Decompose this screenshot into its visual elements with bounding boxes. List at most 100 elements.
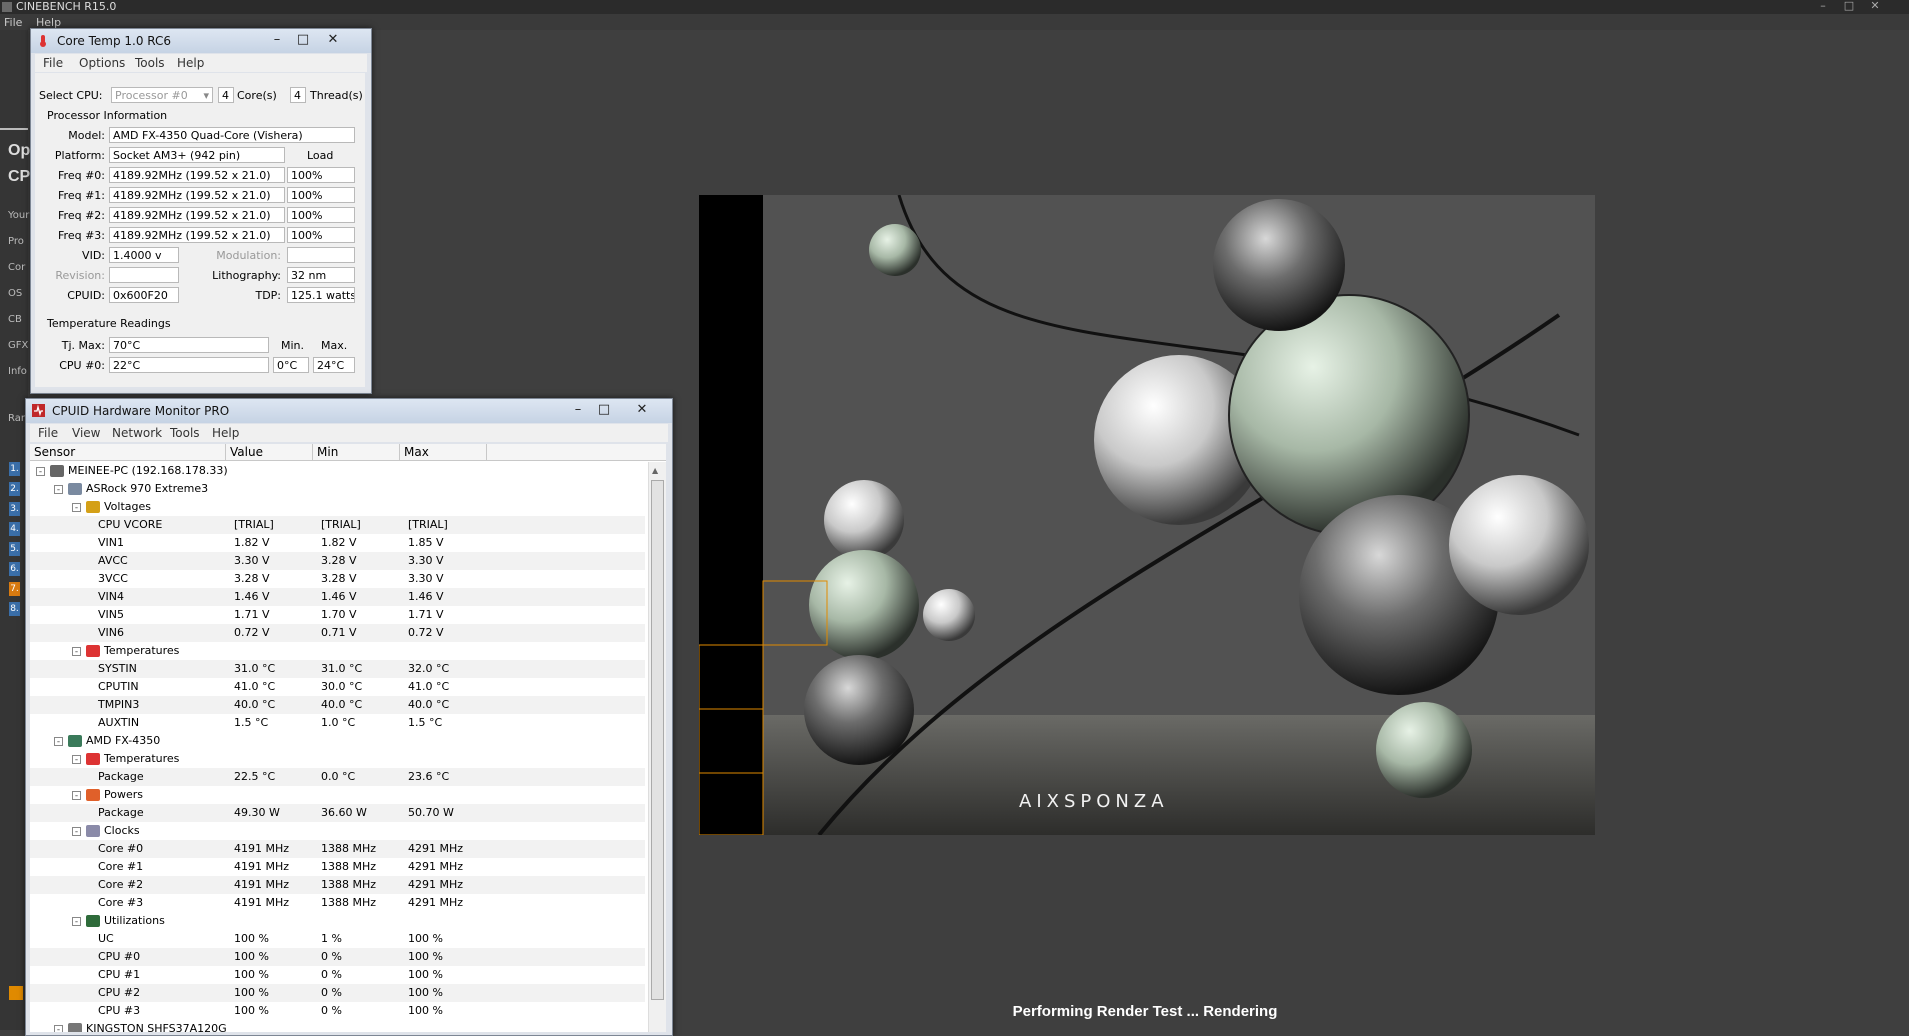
coretemp-window: Core Temp 1.0 RC6 – □ ✕ File Options Too…: [30, 28, 372, 394]
menu-file[interactable]: File: [43, 56, 63, 70]
sensor-min: 1388 MHz: [321, 878, 377, 891]
sensor-row[interactable]: CPU #1 100 % 0 % 100 %: [30, 966, 645, 984]
sensor-group-row[interactable]: - Clocks: [30, 822, 645, 840]
close-button[interactable]: ✕: [630, 401, 654, 419]
sensor-group-row[interactable]: - Utilizations: [30, 912, 645, 930]
menu-tools[interactable]: Tools: [170, 426, 200, 440]
revision-label: Revision:: [55, 269, 105, 282]
minimize-button[interactable]: –: [265, 31, 289, 49]
collapse-toggle-icon[interactable]: -: [72, 827, 81, 837]
sensor-group-row[interactable]: - ASRock 970 Extreme3: [30, 480, 645, 498]
sensor-row[interactable]: VIN5 1.71 V 1.70 V 1.71 V: [30, 606, 645, 624]
sensor-row[interactable]: CPU #2 100 % 0 % 100 %: [30, 984, 645, 1002]
rank-item[interactable]: 4.: [9, 522, 20, 536]
menu-network[interactable]: Network: [112, 426, 162, 440]
sensor-name: TMPIN3: [98, 698, 140, 711]
maximize-button[interactable]: □: [592, 401, 616, 419]
sensor-row[interactable]: Core #0 4191 MHz 1388 MHz 4291 MHz: [30, 840, 645, 858]
sensor-row[interactable]: Core #3 4191 MHz 1388 MHz 4291 MHz: [30, 894, 645, 912]
rank-item[interactable]: 5.: [9, 542, 20, 556]
menu-help[interactable]: Help: [212, 426, 239, 440]
sensor-min: 1.70 V: [321, 608, 357, 621]
rank-item[interactable]: 1.: [9, 462, 20, 476]
sensor-row[interactable]: Core #2 4191 MHz 1388 MHz 4291 MHz: [30, 876, 645, 894]
load-label: Load: [307, 149, 334, 162]
collapse-toggle-icon[interactable]: -: [54, 737, 63, 747]
coretemp-title: Core Temp 1.0 RC6: [57, 34, 172, 48]
rank-item[interactable]: 6.: [9, 562, 20, 576]
sensor-name: VIN1: [98, 536, 124, 549]
sensor-row[interactable]: 3VCC 3.28 V 3.28 V 3.30 V: [30, 570, 645, 588]
sensor-value: 3.28 V: [234, 572, 270, 585]
sensor-row[interactable]: SYSTIN 31.0 °C 31.0 °C 32.0 °C: [30, 660, 645, 678]
sensor-row[interactable]: Core #1 4191 MHz 1388 MHz 4291 MHz: [30, 858, 645, 876]
computer-icon: [50, 465, 64, 477]
sensor-max: 1.71 V: [408, 608, 444, 621]
hwmonitor-titlebar[interactable]: CPUID Hardware Monitor PRO – □ ✕: [26, 399, 672, 423]
sensor-row[interactable]: CPU #3 100 % 0 % 100 %: [30, 1002, 645, 1020]
collapse-toggle-icon[interactable]: -: [72, 647, 81, 657]
sensor-group-row[interactable]: - Temperatures: [30, 750, 645, 768]
sensor-name: CPU #1: [98, 968, 141, 981]
menu-file[interactable]: File: [38, 426, 58, 440]
sensor-group-row[interactable]: - MEINEE-PC (192.168.178.33): [30, 462, 645, 480]
scrollbar-thumb[interactable]: [651, 480, 664, 1000]
minimize-button[interactable]: –: [566, 401, 590, 419]
menu-tools[interactable]: Tools: [135, 56, 165, 70]
maximize-button[interactable]: □: [1838, 0, 1860, 12]
column-header-min[interactable]: Min: [313, 444, 400, 461]
freq-label: Freq #1:: [58, 189, 105, 202]
minimize-button[interactable]: –: [1812, 0, 1834, 12]
sensor-row[interactable]: CPU VCORE [TRIAL] [TRIAL] [TRIAL]: [30, 516, 645, 534]
collapse-toggle-icon[interactable]: -: [72, 917, 81, 927]
scroll-up-arrow-icon[interactable]: ▲: [652, 466, 658, 475]
sensor-group-row[interactable]: - Powers: [30, 786, 645, 804]
freq-label: Freq #2:: [58, 209, 105, 222]
column-header-value[interactable]: Value: [226, 444, 313, 461]
sensor-row[interactable]: AVCC 3.30 V 3.28 V 3.30 V: [30, 552, 645, 570]
sensor-name: Core #2: [98, 878, 144, 891]
collapse-toggle-icon[interactable]: -: [72, 791, 81, 801]
sensor-group-row[interactable]: - Voltages: [30, 498, 645, 516]
collapse-toggle-icon[interactable]: -: [54, 1025, 63, 1032]
sensor-row[interactable]: Package 22.5 °C 0.0 °C 23.6 °C: [30, 768, 645, 786]
close-button[interactable]: ✕: [1864, 0, 1886, 12]
column-header-sensor[interactable]: Sensor: [30, 444, 226, 461]
cpu-icon: [68, 735, 82, 747]
sensor-row[interactable]: CPU #0 100 % 0 % 100 %: [30, 948, 645, 966]
sensor-row[interactable]: VIN6 0.72 V 0.71 V 0.72 V: [30, 624, 645, 642]
cinebench-sidebar: Op CP Your Pro Cor OS CB GFX Info Ran 1.…: [0, 30, 30, 1030]
collapse-toggle-icon[interactable]: -: [72, 503, 81, 513]
sensor-group-row[interactable]: - Temperatures: [30, 642, 645, 660]
menu-file[interactable]: File: [4, 16, 22, 29]
rank-item-current[interactable]: 7.: [9, 582, 20, 596]
menu-view[interactable]: View: [72, 426, 100, 440]
menu-options[interactable]: Options: [79, 56, 125, 70]
rank-item[interactable]: 3.: [9, 502, 20, 516]
rank-item[interactable]: 8.: [9, 602, 20, 616]
sensor-row[interactable]: AUXTIN 1.5 °C 1.0 °C 1.5 °C: [30, 714, 645, 732]
sensor-row[interactable]: TMPIN3 40.0 °C 40.0 °C 40.0 °C: [30, 696, 645, 714]
sensor-row[interactable]: VIN1 1.82 V 1.82 V 1.85 V: [30, 534, 645, 552]
coretemp-titlebar[interactable]: Core Temp 1.0 RC6 – □ ✕: [31, 29, 371, 53]
sensor-row[interactable]: VIN4 1.46 V 1.46 V 1.46 V: [30, 588, 645, 606]
sensor-name: Core #1: [98, 860, 144, 873]
collapse-toggle-icon[interactable]: -: [36, 467, 45, 477]
sensor-group-row[interactable]: - AMD FX-4350: [30, 732, 645, 750]
vertical-scrollbar[interactable]: ▲: [648, 462, 666, 1032]
collapse-toggle-icon[interactable]: -: [72, 755, 81, 765]
menu-help[interactable]: Help: [177, 56, 204, 70]
lithography-value: 32 nm: [287, 267, 355, 283]
sensor-group-row[interactable]: - KINGSTON SHFS37A120G: [30, 1020, 645, 1032]
sensor-row[interactable]: UC 100 % 1 % 100 %: [30, 930, 645, 948]
sensor-name: Utilizations: [104, 914, 165, 927]
sensor-row[interactable]: CPUTIN 41.0 °C 30.0 °C 41.0 °C: [30, 678, 645, 696]
tdp-label: TDP:: [255, 289, 281, 302]
rank-item[interactable]: 2.: [9, 482, 20, 496]
close-button[interactable]: ✕: [321, 31, 345, 49]
maximize-button[interactable]: □: [291, 31, 315, 49]
column-header-max[interactable]: Max: [400, 444, 487, 461]
processor-select[interactable]: Processor #0 ▾: [111, 87, 213, 103]
sensor-row[interactable]: Package 49.30 W 36.60 W 50.70 W: [30, 804, 645, 822]
collapse-toggle-icon[interactable]: -: [54, 485, 63, 495]
